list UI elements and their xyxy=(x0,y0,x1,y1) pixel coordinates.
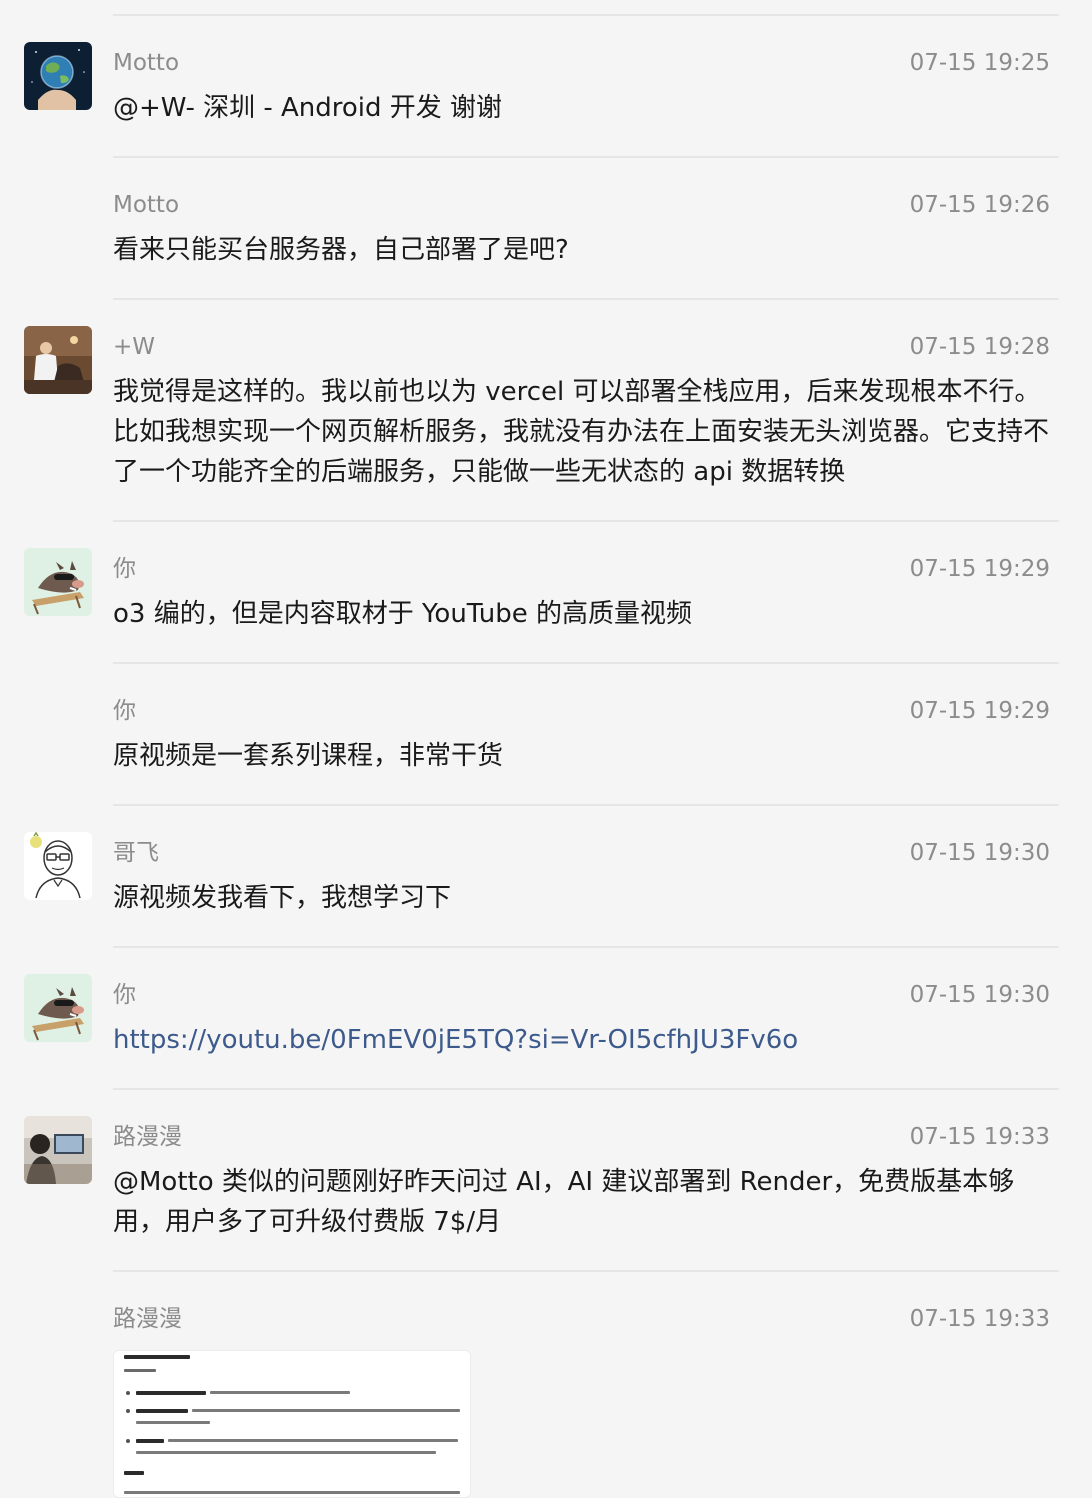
chat-message: 你 07-15 19:29 o3 编的，但是内容取材于 YouTube 的高质量… xyxy=(0,548,1092,664)
youtube-link[interactable]: https://youtu.be/0FmEV0jE5TQ?si=Vr-OI5cf… xyxy=(113,1020,1057,1060)
message-timestamp: 07-15 19:33 xyxy=(909,1124,1050,1150)
message-divider xyxy=(113,1270,1059,1272)
photo-avatar-icon[interactable] xyxy=(24,326,92,394)
message-text[interactable]: @+W- 深圳 - Android 开发 谢谢 xyxy=(113,88,1057,128)
sender-name: +W xyxy=(113,334,156,360)
sender-name: 你 xyxy=(113,982,136,1008)
sender-name: Motto xyxy=(113,50,180,76)
message-divider xyxy=(113,662,1059,664)
message-timestamp: 07-15 19:33 xyxy=(909,1306,1050,1332)
sender-name: 路漫漫 xyxy=(113,1306,182,1332)
message-text[interactable]: o3 编的，但是内容取材于 YouTube 的高质量视频 xyxy=(113,594,1057,634)
boar-deckchair-avatar-icon[interactable] xyxy=(24,974,92,1042)
message-timestamp: 07-15 19:30 xyxy=(909,840,1050,866)
message-timestamp: 07-15 19:29 xyxy=(909,698,1050,724)
chat-message: 你 07-15 19:30 https://youtu.be/0FmEV0jE5… xyxy=(0,974,1092,1090)
screenshot-image-thumbnail[interactable] xyxy=(113,1350,471,1498)
message-text[interactable]: 看来只能买台服务器，自己部署了是吧? xyxy=(113,230,1057,270)
message-timestamp: 07-15 19:30 xyxy=(909,982,1050,1008)
chat-message: 你 07-15 19:29 原视频是一套系列课程，非常干货 xyxy=(0,690,1092,806)
message-divider xyxy=(113,946,1059,948)
sender-name: 路漫漫 xyxy=(113,1124,182,1150)
message-divider xyxy=(113,14,1059,16)
sender-name: 你 xyxy=(113,556,136,582)
message-text[interactable]: 我觉得是这样的。我以前也以为 vercel 可以部署全栈应用，后来发现根本不行。… xyxy=(113,372,1057,492)
desk-photo-avatar-icon[interactable] xyxy=(24,1116,92,1184)
sender-name: Motto xyxy=(113,192,180,218)
glasses-man-avatar-icon[interactable] xyxy=(24,832,92,900)
message-divider xyxy=(113,298,1059,300)
chat-message-list: Motto 07-15 19:25 @+W- 深圳 - Android 开发 谢… xyxy=(0,0,1092,1498)
message-text[interactable]: 源视频发我看下，我想学习下 xyxy=(113,878,1057,918)
chat-message: +W 07-15 19:28 我觉得是这样的。我以前也以为 vercel 可以部… xyxy=(0,326,1092,522)
chat-message: 路漫漫 07-15 19:33 @Motto 类似的问题刚好昨天问过 AI，AI… xyxy=(0,1116,1092,1272)
message-timestamp: 07-15 19:26 xyxy=(909,192,1050,218)
message-timestamp: 07-15 19:29 xyxy=(909,556,1050,582)
message-timestamp: 07-15 19:25 xyxy=(909,50,1050,76)
message-text[interactable]: 原视频是一套系列课程，非常干货 xyxy=(113,736,1057,776)
message-divider xyxy=(113,804,1059,806)
chat-message: Motto 07-15 19:25 @+W- 深圳 - Android 开发 谢… xyxy=(0,42,1092,158)
earth-hand-avatar-icon[interactable] xyxy=(24,42,92,110)
message-divider xyxy=(113,156,1059,158)
message-text[interactable]: @Motto 类似的问题刚好昨天问过 AI，AI 建议部署到 Render，免费… xyxy=(113,1162,1057,1242)
sender-name: 哥飞 xyxy=(113,840,159,866)
chat-message: 哥飞 07-15 19:30 源视频发我看下，我想学习下 xyxy=(0,832,1092,948)
boar-deckchair-avatar-icon[interactable] xyxy=(24,548,92,616)
chat-message: Motto 07-15 19:26 看来只能买台服务器，自己部署了是吧? xyxy=(0,184,1092,300)
message-timestamp: 07-15 19:28 xyxy=(909,334,1050,360)
message-divider xyxy=(113,1088,1059,1090)
message-divider xyxy=(113,520,1059,522)
sender-name: 你 xyxy=(113,698,136,724)
